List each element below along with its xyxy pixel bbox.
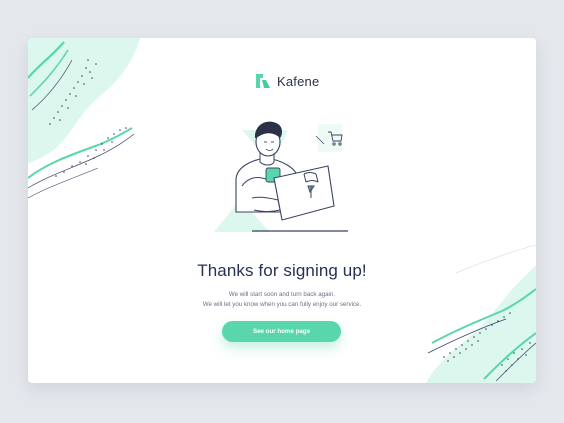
home-page-button[interactable]: See our home page bbox=[222, 321, 341, 342]
person-with-tablet-illustration bbox=[214, 121, 348, 232]
top-left-wave-decoration bbox=[28, 38, 140, 199]
message-line-1: We will start soon and turn back again. bbox=[228, 291, 336, 298]
thank-you-heading: Thanks for signing up! bbox=[197, 261, 367, 280]
signup-confirmation-card: Kafene Thanks for signing up! We will st… bbox=[28, 38, 536, 383]
kafene-logo-icon bbox=[256, 74, 270, 88]
message-line-2: We will let you know when you can fully … bbox=[202, 301, 362, 308]
confirmation-message: We will start soon and turn back again. … bbox=[28, 290, 536, 310]
brand-header: Kafene bbox=[255, 70, 319, 92]
brand-name: Kafene bbox=[277, 73, 320, 89]
